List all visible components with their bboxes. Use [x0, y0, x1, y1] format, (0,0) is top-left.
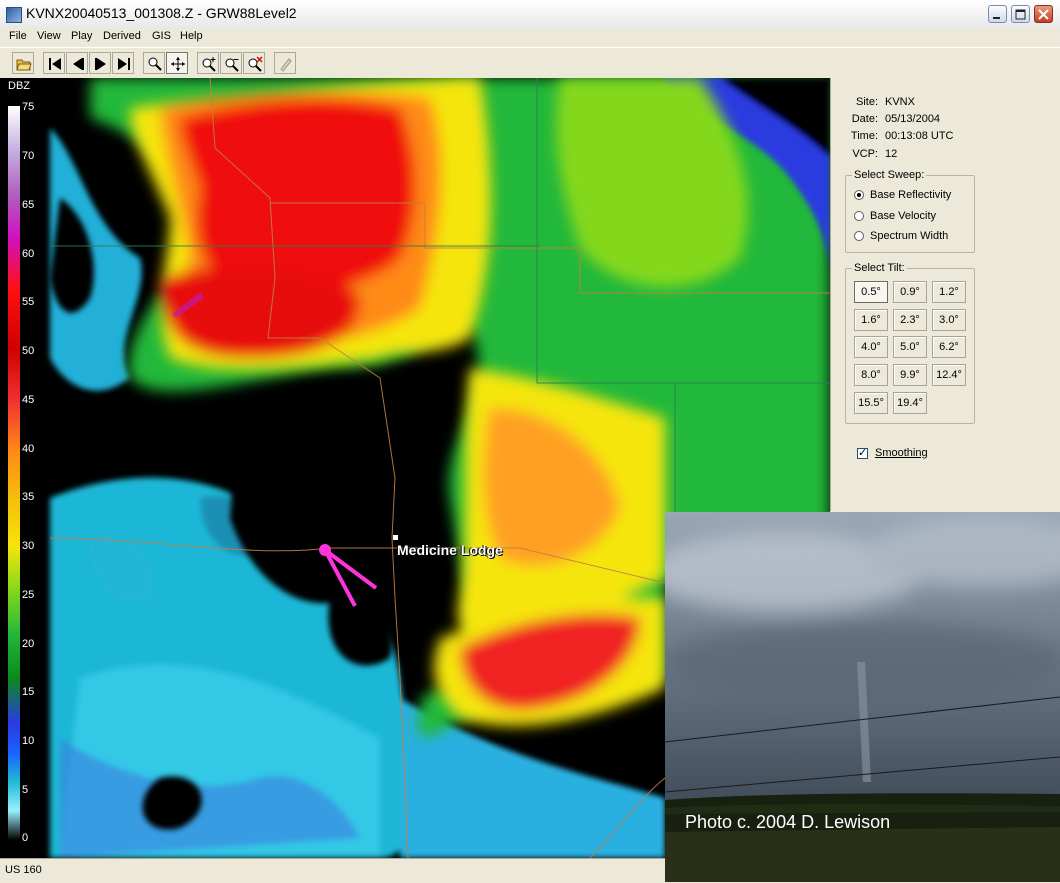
maximize-icon [1015, 9, 1026, 20]
dbz-tick: 60 [22, 248, 35, 260]
maximize-button[interactable] [1011, 5, 1030, 23]
toolbar [0, 47, 1060, 79]
zoom-tool-icon [148, 57, 162, 71]
city-marker [393, 535, 398, 540]
dbz-tick: 70 [22, 150, 35, 162]
dbz-tick: 45 [22, 394, 35, 406]
dbz-color-scale [8, 106, 20, 840]
dbz-tick: 50 [22, 345, 35, 357]
dbz-tick: 75 [22, 101, 35, 113]
dbz-scale-title: DBZ [8, 80, 30, 92]
tilt-button[interactable]: 12.4° [932, 364, 966, 386]
step-back-icon [73, 58, 84, 70]
last-frame-button[interactable] [112, 52, 134, 74]
dbz-tick: 25 [22, 589, 35, 601]
open-folder-icon [16, 59, 32, 71]
dbz-tick: 65 [22, 199, 35, 211]
radio-label: Spectrum Width [870, 230, 949, 242]
dbz-tick: 15 [22, 686, 35, 698]
dbz-tick: 20 [22, 638, 35, 650]
zoom-out-button[interactable] [220, 52, 242, 74]
zoom-tool-button[interactable] [143, 52, 165, 74]
dbz-tick: 40 [22, 443, 35, 455]
menu-derived[interactable]: Derived [103, 30, 141, 42]
first-frame-icon [49, 58, 61, 70]
window-title: KVNX20040513_001308.Z - GRW88Level2 [26, 5, 297, 21]
photo-caption: Photo c. 2004 D. Lewison [685, 812, 891, 832]
site-label: Site: [855, 96, 878, 108]
step-forward-icon [95, 58, 106, 70]
minimize-button[interactable] [988, 5, 1007, 23]
tilt-button[interactable]: 4.0° [854, 336, 888, 358]
zoom-reset-button[interactable] [243, 52, 265, 74]
tilt-button[interactable]: 5.0° [893, 336, 927, 358]
time-value: 00:13:08 UTC [885, 130, 954, 142]
tilt-button[interactable]: 3.0° [932, 309, 966, 331]
time-label: Time: [850, 130, 878, 142]
zoom-in-button[interactable] [197, 52, 219, 74]
radio-dot-selected [854, 190, 864, 200]
zoom-out-icon [225, 58, 239, 72]
menu-play[interactable]: Play [71, 30, 92, 42]
menu-bar: File View Play Derived GIS Help [0, 28, 1060, 46]
radio-label: Base Velocity [870, 210, 937, 222]
zoom-reset-icon [248, 56, 263, 72]
close-icon [1038, 9, 1049, 20]
close-button[interactable] [1034, 5, 1053, 23]
status-text: US 160 [5, 864, 42, 876]
tilt-button[interactable]: 1.2° [932, 281, 966, 303]
tilt-button[interactable]: 0.5° [854, 281, 888, 303]
tilt-button[interactable]: 0.9° [893, 281, 927, 303]
radio-dot [854, 231, 864, 241]
radio-dot [854, 211, 864, 221]
tornado-photo: Photo c. 2004 D. Lewison [665, 512, 1060, 882]
dbz-tick: 5 [22, 784, 29, 796]
tilt-group-title: Select Tilt: [852, 262, 907, 274]
pan-tool-icon [171, 57, 185, 71]
dbz-tick: 0 [22, 832, 29, 844]
vcp-label: VCP: [852, 148, 878, 160]
sweep-group-title: Select Sweep: [852, 169, 927, 181]
tilt-button[interactable]: 19.4° [893, 392, 927, 414]
sweep-group: Select Sweep: Base Reflectivity Base Vel… [845, 169, 975, 253]
smoothing-label: Smoothing [875, 447, 928, 459]
title-bar: KVNX20040513_001308.Z - GRW88Level2 [0, 0, 1060, 29]
site-value: KVNX [885, 96, 915, 108]
menu-gis[interactable]: GIS [152, 30, 171, 42]
checkbox-box-checked [857, 446, 868, 459]
dbz-tick: 30 [22, 540, 35, 552]
tilt-button[interactable]: 8.0° [854, 364, 888, 386]
tilt-button[interactable]: 15.5° [854, 392, 888, 414]
tilt-button[interactable]: 6.2° [932, 336, 966, 358]
dbz-tick: 35 [22, 491, 35, 503]
pan-tool-button[interactable] [166, 52, 188, 74]
menu-file[interactable]: File [9, 30, 27, 42]
menu-view[interactable]: View [37, 30, 61, 42]
zoom-in-icon [202, 57, 216, 72]
dbz-tick: 10 [22, 735, 35, 747]
city-label: Medicine Lodge [397, 542, 503, 558]
radio-label: Base Reflectivity [870, 189, 952, 201]
minimize-icon [993, 17, 1000, 19]
first-frame-button[interactable] [43, 52, 65, 74]
date-value: 05/13/2004 [885, 113, 941, 125]
dbz-tick: 55 [22, 296, 35, 308]
tilt-button[interactable]: 2.3° [893, 309, 927, 331]
tilt-button[interactable]: 9.9° [893, 364, 927, 386]
last-frame-icon [118, 58, 130, 70]
status-bar: US 160 [0, 858, 665, 883]
app-icon [6, 7, 22, 23]
pencil-icon [280, 58, 292, 72]
open-button[interactable] [12, 52, 34, 74]
tilt-group: Select Tilt: 0.5° 0.9° 1.2° 1.6° 2.3° 3.… [845, 262, 975, 424]
step-back-button[interactable] [66, 52, 88, 74]
tilt-button[interactable]: 1.6° [854, 309, 888, 331]
menu-help[interactable]: Help [180, 30, 203, 42]
control-panel: Site: KVNX Date: 05/13/2004 Time: 00:13:… [830, 78, 1060, 511]
date-label: Date: [851, 113, 878, 125]
vcp-value: 12 [885, 148, 898, 160]
step-forward-button[interactable] [89, 52, 111, 74]
draw-button[interactable] [274, 52, 296, 74]
